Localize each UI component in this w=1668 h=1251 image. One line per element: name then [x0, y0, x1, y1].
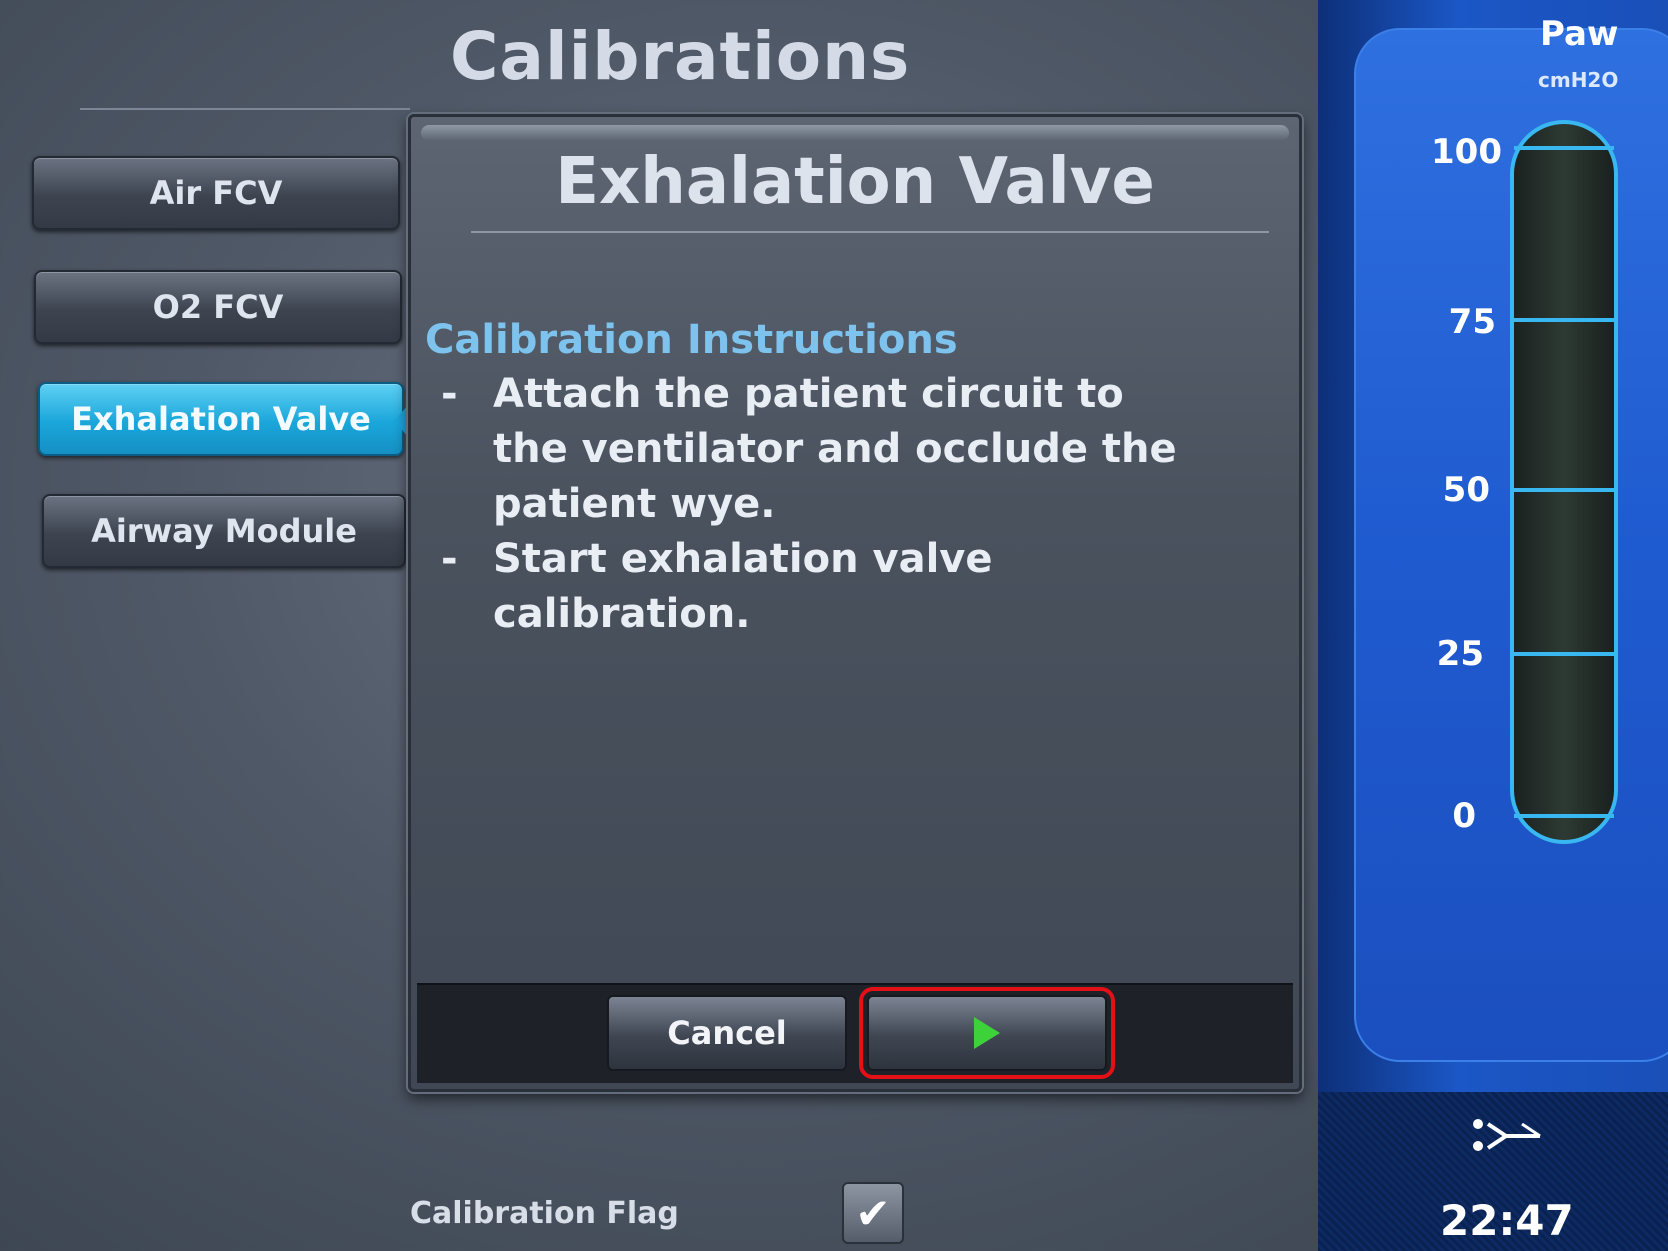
instruction-item: - Attach the patient circuit to the vent… [441, 367, 1201, 532]
nav-air-fcv-button[interactable]: Air FCV [32, 156, 400, 230]
instruction-item: - Start exhalation valve calibration. [441, 532, 1201, 642]
nav-exhalation-valve-button[interactable]: Exhalation Valve [38, 382, 404, 456]
gauge-title: Paw [1540, 14, 1619, 54]
gauge-gridline [1514, 318, 1614, 322]
instruction-bullet: - [441, 371, 458, 417]
instruction-text: Attach the patient circuit to the ventil… [493, 371, 1177, 527]
dialog-title: Exhalation Valve [555, 145, 1155, 219]
gauge-tick-label: 0 [1452, 796, 1476, 836]
paw-gauge-bar [1510, 120, 1618, 844]
clock: 22:47 [1440, 1196, 1574, 1245]
checkmark-icon: ✔ [855, 1188, 891, 1238]
instructions-heading: Calibration Instructions [425, 317, 958, 363]
gauge-tick-label: 75 [1448, 302, 1496, 342]
patient-circuit-icon[interactable] [1470, 1116, 1542, 1156]
screen-title: Calibrations [450, 18, 911, 95]
gauge-gridline [1514, 488, 1614, 492]
dialog-header-bar [421, 125, 1289, 141]
instruction-bullet: - [441, 536, 458, 582]
calibration-flag-checkbox[interactable]: ✔ [842, 1182, 904, 1244]
cancel-button[interactable]: Cancel [607, 995, 847, 1071]
play-icon [974, 1017, 1000, 1049]
gauge-gridline [1514, 814, 1614, 818]
start-calibration-button[interactable] [859, 987, 1115, 1079]
dialog-divider [471, 231, 1269, 233]
gauge-unit: cmH2O [1538, 68, 1619, 92]
dialog-footer: Cancel [417, 983, 1293, 1083]
title-divider [80, 108, 410, 110]
calibration-dialog: Exhalation Valve Calibration Instruction… [408, 114, 1302, 1092]
gauge-gridline [1514, 652, 1614, 656]
nav-airway-module-button[interactable]: Airway Module [42, 494, 406, 568]
instruction-text: Start exhalation valve calibration. [493, 536, 993, 637]
gauge-tick-label: 100 [1431, 132, 1502, 172]
nav-o2-fcv-button[interactable]: O2 FCV [34, 270, 402, 344]
gauge-gridline [1514, 146, 1614, 150]
calibration-flag-label: Calibration Flag [410, 1196, 679, 1231]
gauge-tick-label: 50 [1442, 470, 1490, 510]
gauge-tick-label: 25 [1436, 634, 1484, 674]
